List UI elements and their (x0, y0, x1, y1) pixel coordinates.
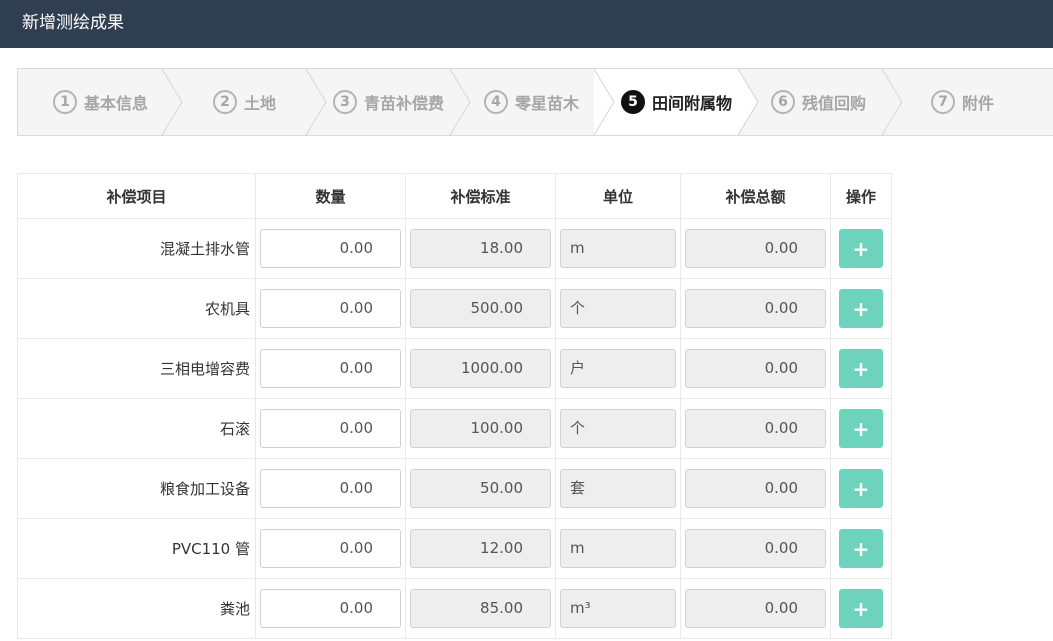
total-field: 0.00 (685, 289, 826, 328)
step-label: 土地 (244, 94, 277, 113)
plus-icon: + (852, 296, 870, 321)
quantity-input[interactable]: 0.00 (260, 529, 401, 568)
plus-icon: + (852, 416, 870, 441)
quantity-input[interactable]: 0.00 (260, 469, 401, 508)
add-button[interactable]: + (839, 349, 883, 388)
column-header-standard: 补偿标准 (405, 173, 556, 219)
step-3[interactable]: 3 青苗补偿费 (333, 69, 444, 135)
step-label: 附件 (962, 94, 995, 113)
total-field: 0.00 (685, 409, 826, 448)
unit-field: 个 (560, 289, 676, 328)
quantity-input[interactable]: 0.00 (260, 589, 401, 628)
step-label: 零星苗木 (515, 94, 580, 113)
total-field: 0.00 (685, 529, 826, 568)
standard-field: 1000.00 (410, 349, 551, 388)
column-header-action: 操作 (830, 173, 892, 219)
table-row: 农机具 0.00 500.00 个 0.00 + (17, 278, 892, 339)
column-header-unit: 单位 (555, 173, 681, 219)
unit-field: 套 (560, 469, 676, 508)
plus-icon: + (852, 536, 870, 561)
step-number: 1 (53, 90, 77, 114)
plus-icon: + (852, 236, 870, 261)
standard-field: 100.00 (410, 409, 551, 448)
add-button[interactable]: + (839, 409, 883, 448)
step-label: 残值回购 (802, 94, 867, 113)
quantity-input[interactable]: 0.00 (260, 349, 401, 388)
plus-icon: + (852, 476, 870, 501)
table-row: PVC110 管 0.00 12.00 m 0.00 + (17, 518, 892, 579)
column-header-item: 补偿项目 (17, 173, 256, 219)
step-wizard: 1 基本信息 2 土地 3 青苗补偿费 4 零星苗木 5 田间附属物 6 残值回… (17, 68, 1053, 136)
table-row: 粮食加工设备 0.00 50.00 套 0.00 + (17, 458, 892, 519)
standard-field: 500.00 (410, 289, 551, 328)
column-header-total: 补偿总额 (680, 173, 831, 219)
add-button[interactable]: + (839, 229, 883, 268)
item-name: 混凝土排水管 (17, 218, 256, 279)
step-6[interactable]: 6 残值回购 (771, 69, 866, 135)
page-header: 新增测绘成果 (0, 0, 1053, 48)
total-field: 0.00 (685, 469, 826, 508)
table-header-row: 补偿项目 数量 补偿标准 单位 补偿总额 操作 (17, 173, 892, 219)
compensation-table: 补偿项目 数量 补偿标准 单位 补偿总额 操作 混凝土排水管 0.00 18.0… (17, 173, 892, 639)
unit-field: 户 (560, 349, 676, 388)
add-button[interactable]: + (839, 589, 883, 628)
item-name: 农机具 (17, 278, 256, 339)
step-number: 3 (333, 90, 357, 114)
step-number: 6 (771, 90, 795, 114)
unit-field: 个 (560, 409, 676, 448)
step-label: 青苗补偿费 (364, 94, 445, 113)
item-name: 石滚 (17, 398, 256, 459)
step-7[interactable]: 7 附件 (931, 69, 994, 135)
step-label: 田间附属物 (652, 94, 733, 113)
step-1[interactable]: 1 基本信息 (53, 69, 148, 135)
step-label: 基本信息 (84, 94, 149, 113)
item-name: 三相电增容费 (17, 338, 256, 399)
table-row: 粪池 0.00 85.00 m³ 0.00 + (17, 578, 892, 639)
item-name: 粪池 (17, 578, 256, 639)
add-button[interactable]: + (839, 529, 883, 568)
total-field: 0.00 (685, 589, 826, 628)
table-row: 石滚 0.00 100.00 个 0.00 + (17, 398, 892, 459)
step-number: 4 (484, 90, 508, 114)
standard-field: 12.00 (410, 529, 551, 568)
total-field: 0.00 (685, 229, 826, 268)
item-name: PVC110 管 (17, 518, 256, 579)
standard-field: 18.00 (410, 229, 551, 268)
step-4[interactable]: 4 零星苗木 (484, 69, 579, 135)
step-number: 2 (213, 90, 237, 114)
step-5[interactable]: 5 田间附属物 (621, 69, 732, 135)
quantity-input[interactable]: 0.00 (260, 289, 401, 328)
quantity-input[interactable]: 0.00 (260, 409, 401, 448)
page-title: 新增测绘成果 (22, 13, 124, 33)
standard-field: 85.00 (410, 589, 551, 628)
standard-field: 50.00 (410, 469, 551, 508)
step-number: 7 (931, 90, 955, 114)
plus-icon: + (852, 356, 870, 381)
total-field: 0.00 (685, 349, 826, 388)
table-row: 三相电增容费 0.00 1000.00 户 0.00 + (17, 338, 892, 399)
add-button[interactable]: + (839, 289, 883, 328)
step-2[interactable]: 2 土地 (213, 69, 276, 135)
add-button[interactable]: + (839, 469, 883, 508)
item-name: 粮食加工设备 (17, 458, 256, 519)
unit-field: m (560, 529, 676, 568)
step-number: 5 (621, 90, 645, 114)
column-header-quantity: 数量 (255, 173, 406, 219)
unit-field: m³ (560, 589, 676, 628)
quantity-input[interactable]: 0.00 (260, 229, 401, 268)
plus-icon: + (852, 596, 870, 621)
unit-field: m (560, 229, 676, 268)
table-row: 混凝土排水管 0.00 18.00 m 0.00 + (17, 218, 892, 279)
